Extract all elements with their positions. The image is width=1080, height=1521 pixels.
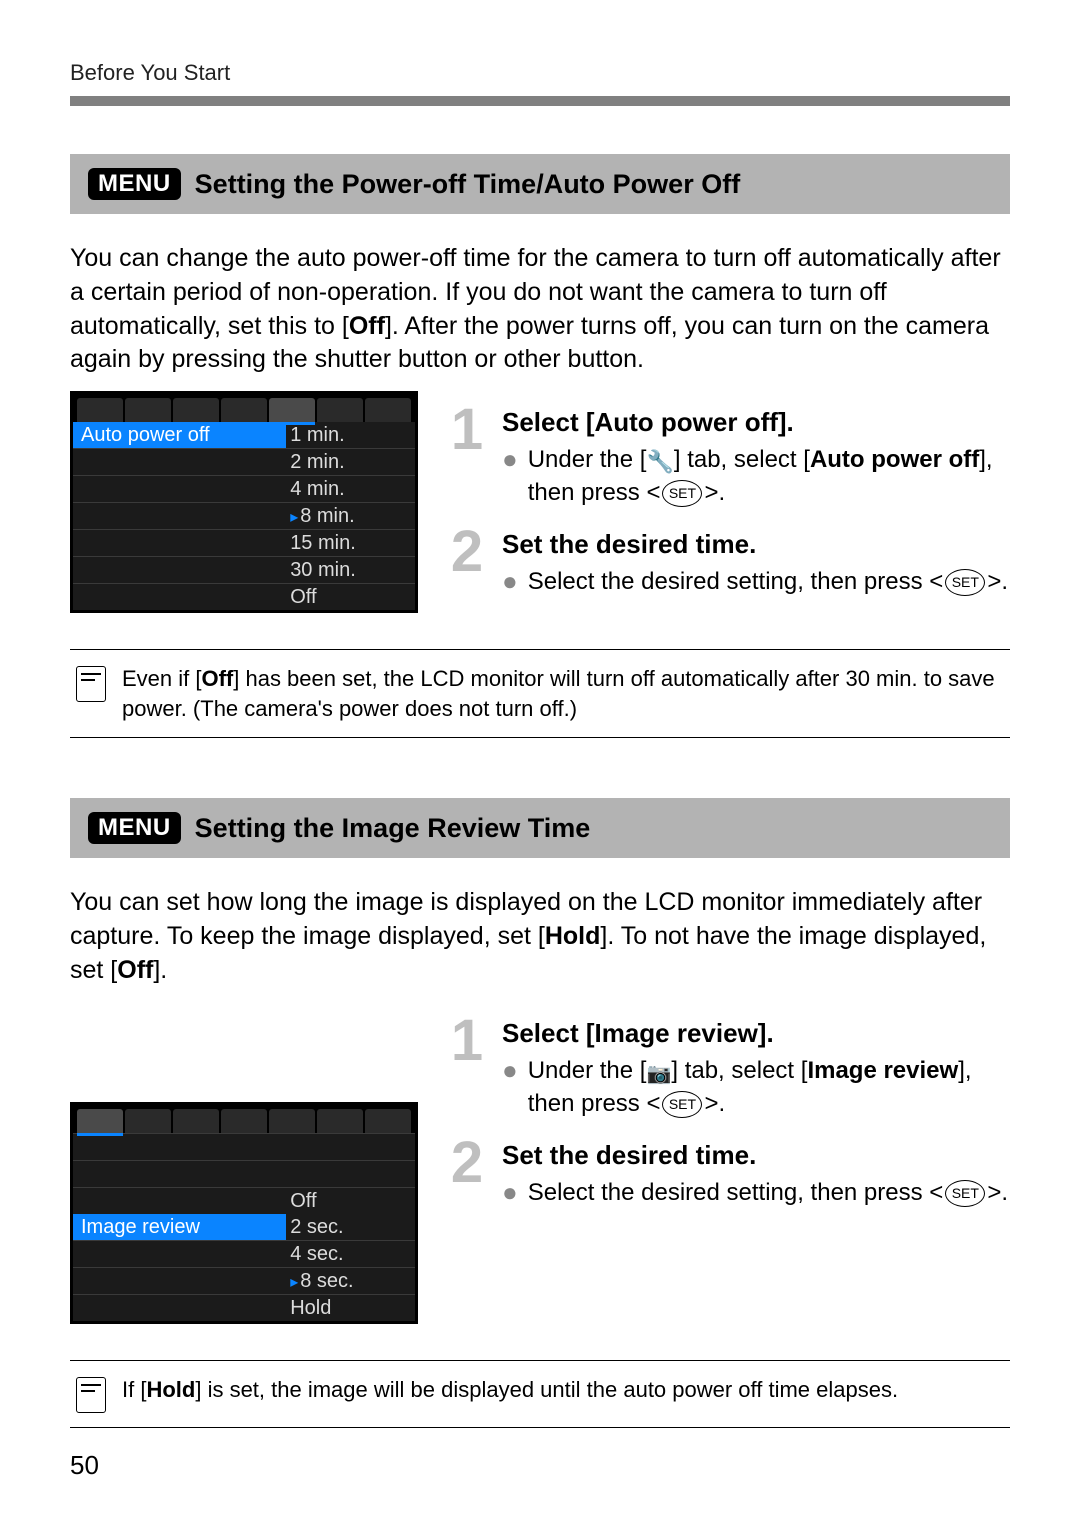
step-title: Set the desired time.	[502, 1140, 1010, 1171]
section1-intro: You can change the auto power-off time f…	[70, 242, 1010, 377]
lcd-row: 8 sec.	[73, 1267, 415, 1294]
lcd-tab	[269, 1109, 315, 1133]
set-button-icon: SET	[662, 1091, 702, 1118]
lcd-tab	[317, 1109, 363, 1133]
lcd-tab	[221, 1109, 267, 1133]
step-2-1: 1 Select [Image review]. ● Under the [📷]…	[446, 1018, 1010, 1124]
running-head: Before You Start	[70, 60, 1010, 96]
lcd-row: 2 min.	[73, 448, 415, 475]
step-title: Select [Image review].	[502, 1018, 1010, 1049]
lcd-tab	[125, 1109, 171, 1133]
lcd-row-blank	[73, 1133, 415, 1160]
page-number: 50	[70, 1450, 99, 1481]
lcd-tab	[269, 398, 315, 422]
lcd-tab	[77, 398, 123, 422]
step-title: Set the desired time.	[502, 529, 1010, 560]
section-bar-2: MENU Setting the Image Review Time	[70, 798, 1010, 858]
lcd-tab	[173, 398, 219, 422]
wrench-icon: 🔧	[646, 447, 673, 477]
lcd-tab	[221, 398, 267, 422]
step-bullet-text: Select the desired setting, then press <…	[528, 566, 1008, 598]
lcd-tab	[365, 1109, 411, 1133]
step-number: 1	[446, 407, 488, 453]
step-1-2: 2 Set the desired time. ● Select the des…	[446, 529, 1010, 602]
section-title-2: Setting the Image Review Time	[195, 813, 591, 844]
lcd-tab	[77, 1109, 123, 1133]
lcd-row: 4 sec.	[73, 1240, 415, 1267]
lcd-tab	[365, 398, 411, 422]
step-number: 2	[446, 1140, 488, 1186]
lcd-row: Off	[73, 583, 415, 610]
header-rule	[70, 96, 1010, 106]
section-title-1: Setting the Power-off Time/Auto Power Of…	[195, 169, 741, 200]
camera-icon: 📷	[646, 1061, 671, 1088]
lcd-tab	[317, 398, 363, 422]
section2-intro: You can set how long the image is displa…	[70, 886, 1010, 987]
lcd-row: 15 min.	[73, 529, 415, 556]
bullet-icon: ●	[502, 1055, 518, 1120]
bullet-icon: ●	[502, 566, 518, 598]
lcd-row-blank	[73, 1160, 415, 1187]
note-icon	[76, 1377, 106, 1413]
step-number: 2	[446, 529, 488, 575]
lcd-row: Off	[73, 1187, 415, 1214]
lcd-row: 4 min.	[73, 475, 415, 502]
step-title: Select [Auto power off].	[502, 407, 1010, 438]
lcd-image-review: OffImage review2 sec.4 sec.8 sec.Hold	[70, 1102, 418, 1324]
note-icon	[76, 666, 106, 702]
step-1-1: 1 Select [Auto power off]. ● Under the […	[446, 407, 1010, 513]
lcd-row: Auto power off1 min.	[73, 422, 415, 448]
lcd-row: Image review2 sec.	[73, 1214, 415, 1240]
set-button-icon: SET	[945, 569, 985, 596]
section-bar-1: MENU Setting the Power-off Time/Auto Pow…	[70, 154, 1010, 214]
set-button-icon: SET	[662, 480, 702, 507]
bullet-icon: ●	[502, 444, 518, 509]
note-text: If [Hold] is set, the image will be disp…	[122, 1375, 898, 1405]
step-bullet-text: Under the [🔧] tab, select [Auto power of…	[528, 444, 1010, 509]
lcd-row: 30 min.	[73, 556, 415, 583]
lcd-row: 8 min.	[73, 502, 415, 529]
note-text: Even if [Off] has been set, the LCD moni…	[122, 664, 1004, 723]
set-button-icon: SET	[945, 1180, 985, 1207]
note-box-1: Even if [Off] has been set, the LCD moni…	[70, 649, 1010, 738]
menu-badge: MENU	[88, 168, 181, 200]
lcd-auto-power-off: Auto power off1 min.2 min.4 min.8 min.15…	[70, 391, 418, 613]
menu-badge: MENU	[88, 812, 181, 844]
step-bullet-text: Under the [📷] tab, select [Image review]…	[528, 1055, 1010, 1120]
note-box-2: If [Hold] is set, the image will be disp…	[70, 1360, 1010, 1428]
lcd-row: Hold	[73, 1294, 415, 1321]
step-2-2: 2 Set the desired time. ● Select the des…	[446, 1140, 1010, 1213]
step-bullet-text: Select the desired setting, then press <…	[528, 1177, 1008, 1209]
step-number: 1	[446, 1018, 488, 1064]
bullet-icon: ●	[502, 1177, 518, 1209]
lcd-tab	[173, 1109, 219, 1133]
lcd-tab	[125, 398, 171, 422]
